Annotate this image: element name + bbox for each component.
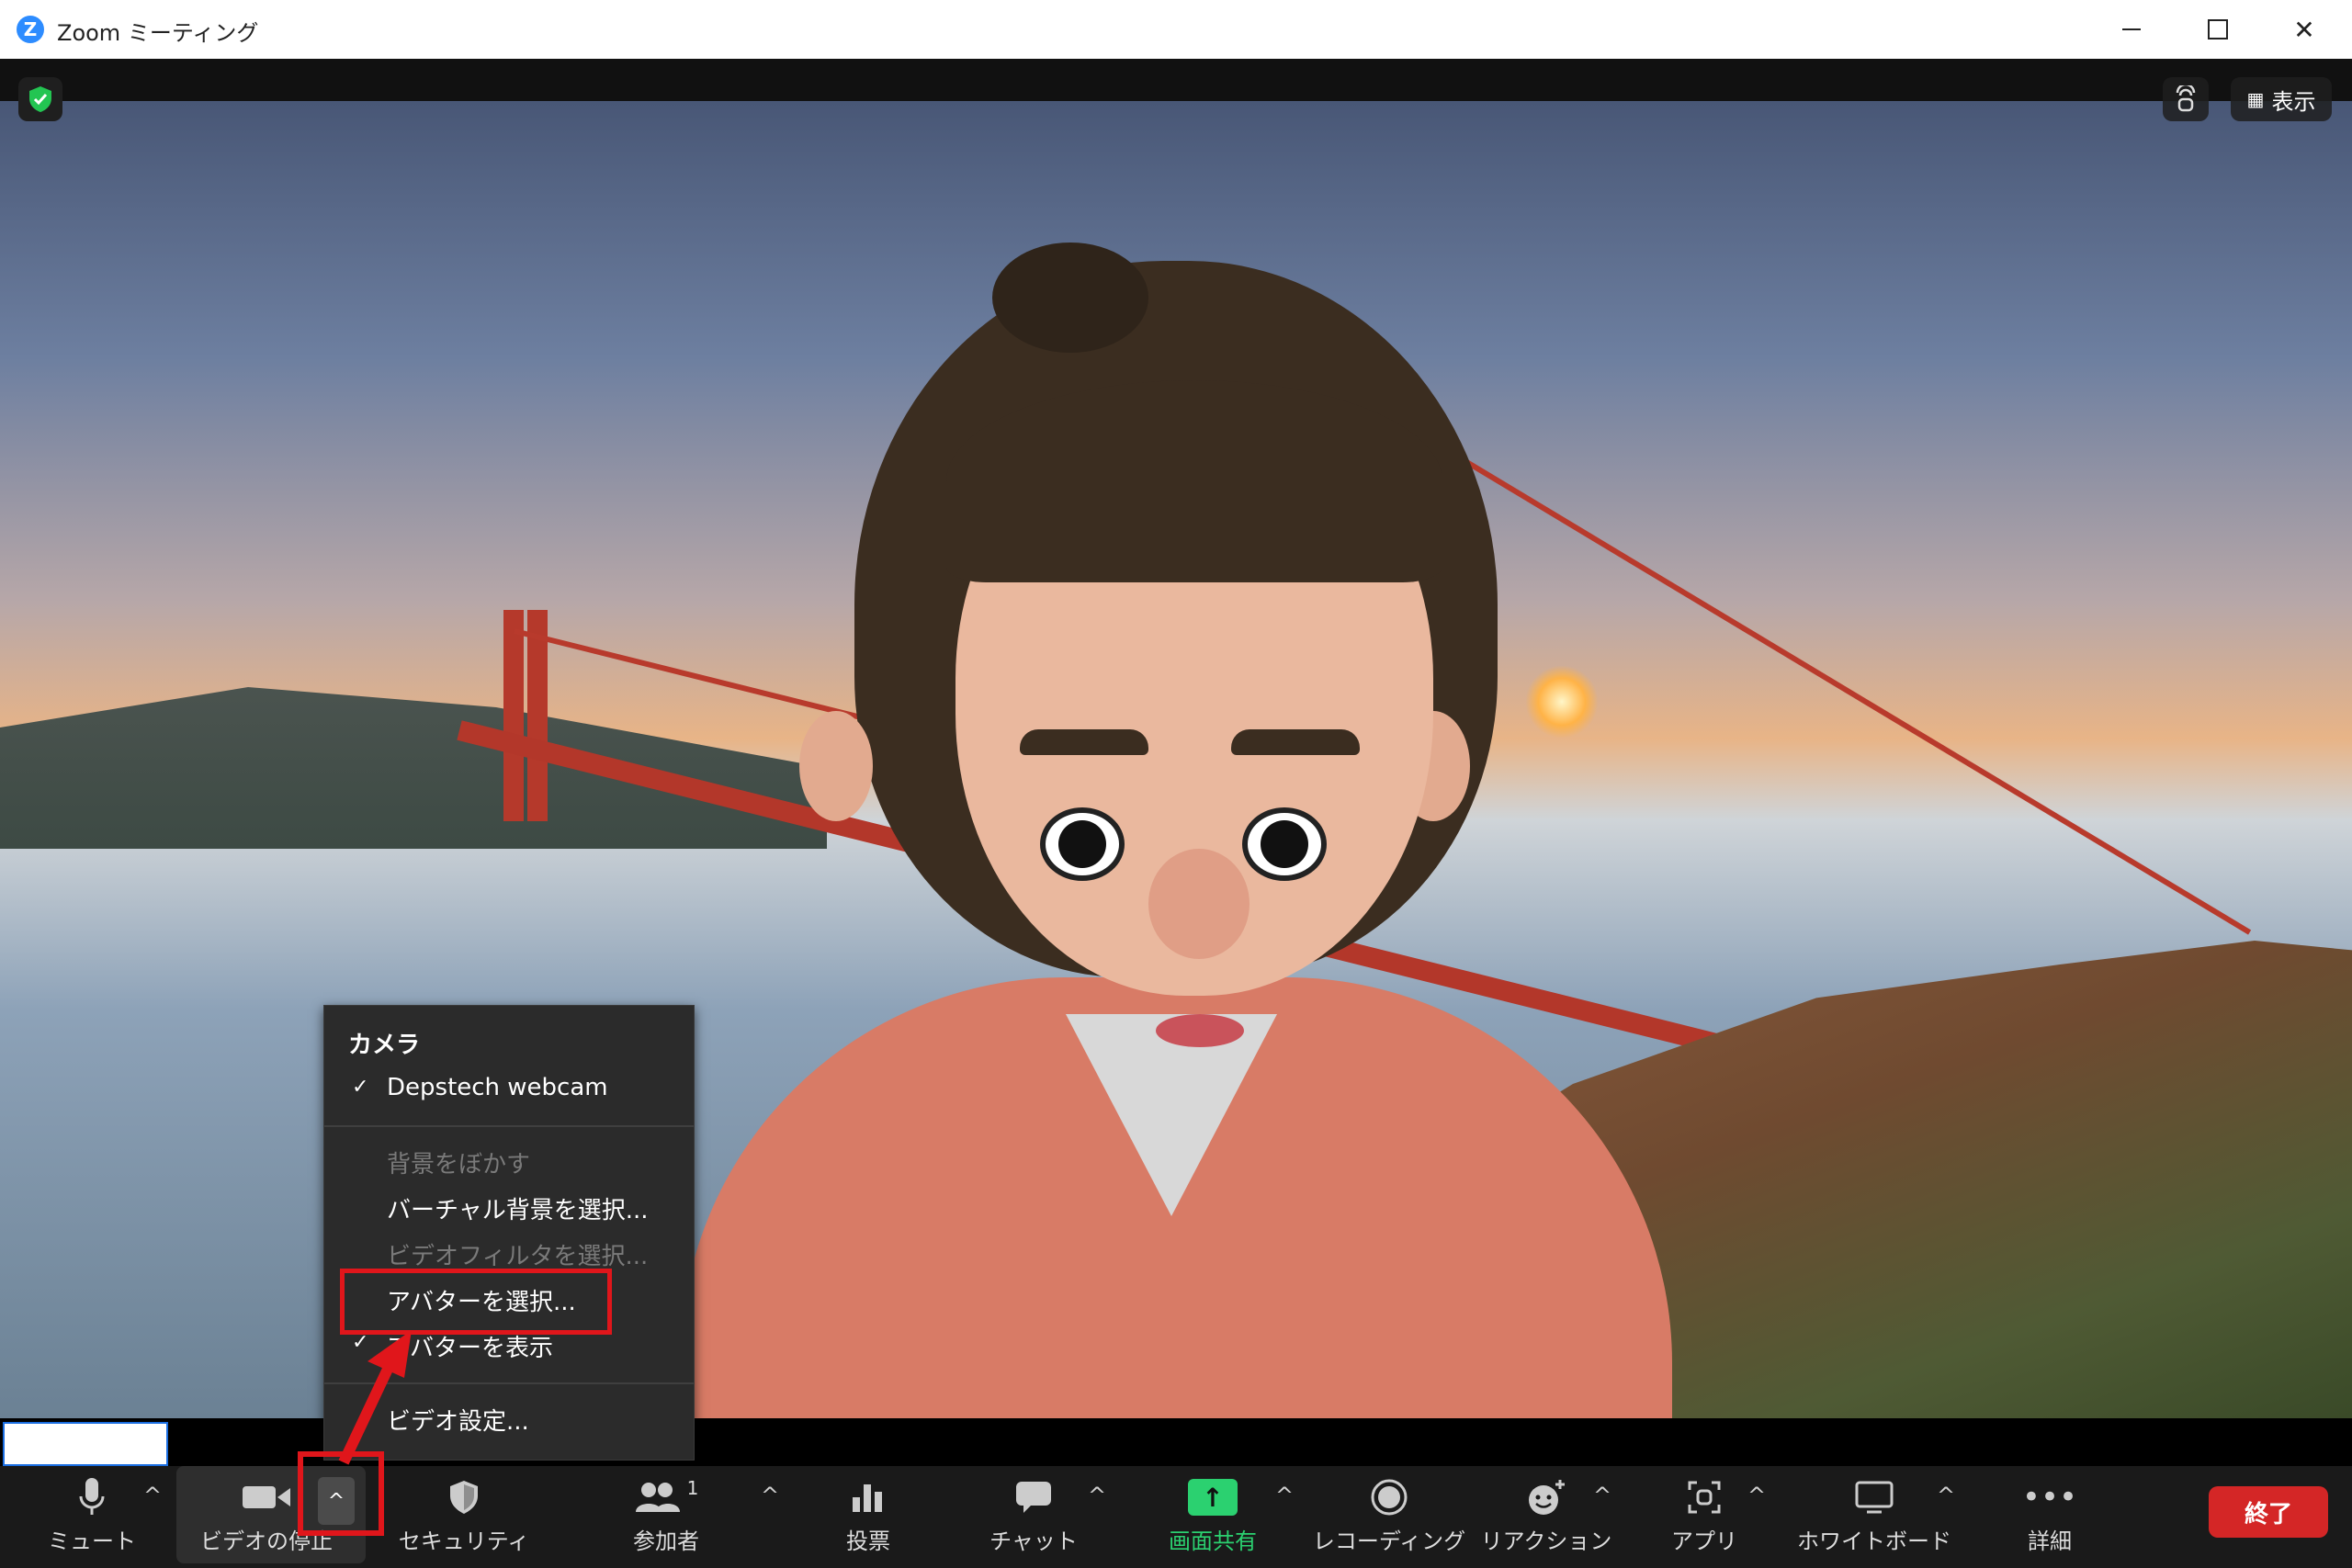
check-icon: ✓ [352, 1076, 369, 1099]
menu-item-virtual-background[interactable]: バーチャル背景を選択... [387, 1191, 649, 1225]
chat-label: チャット [989, 1529, 1078, 1554]
participants-icon: 1 [634, 1473, 699, 1521]
whiteboard-button[interactable]: ホワイトボード [1797, 1473, 1951, 1562]
reactions-options-caret[interactable]: ^ [1593, 1483, 1611, 1508]
menu-item-camera-device[interactable]: Depstech webcam [387, 1074, 608, 1101]
avatar-eye [1040, 807, 1125, 881]
smiley-plus-icon [1525, 1473, 1567, 1521]
name-label-box [3, 1422, 168, 1466]
end-meeting-button[interactable]: 終了 [2209, 1486, 2328, 1538]
reactions-button[interactable]: リアクション [1481, 1473, 1611, 1562]
share-options-caret[interactable]: ^ [1275, 1483, 1294, 1508]
whiteboard-icon [1854, 1473, 1894, 1521]
view-label: 表示 [2271, 88, 2316, 115]
chat-bubble-icon [1014, 1473, 1053, 1521]
zoom-logo-icon: Z [17, 16, 44, 43]
mute-button[interactable]: ミュート [46, 1473, 138, 1562]
recording-label: レコーディング [1312, 1529, 1466, 1554]
record-icon [1370, 1473, 1408, 1521]
avatar-nose [1148, 849, 1250, 959]
chat-options-caret[interactable]: ^ [1088, 1483, 1106, 1508]
bridge-tower [527, 610, 548, 821]
apps-options-caret[interactable]: ^ [1747, 1483, 1766, 1508]
menu-separator [324, 1382, 694, 1384]
immersive-view-button[interactable] [2163, 77, 2209, 121]
apps-label: アプリ [1671, 1529, 1737, 1554]
avatar [680, 243, 1782, 1418]
security-label: セキュリティ [398, 1529, 530, 1554]
avatar-hair-bun [992, 243, 1148, 353]
avatar-eye [1242, 807, 1327, 881]
recording-button[interactable]: レコーディング [1312, 1473, 1466, 1562]
participants-label: 参加者 [633, 1529, 699, 1554]
annotation-highlight-caret [298, 1451, 384, 1536]
menu-item-blur-background[interactable]: 背景をぼかす [387, 1145, 530, 1179]
view-button[interactable]: ▦ 表示 [2231, 77, 2332, 121]
avatar-ear [799, 711, 873, 821]
chat-button[interactable]: チャット [983, 1473, 1084, 1562]
apps-button[interactable]: アプリ [1663, 1473, 1746, 1562]
bar-chart-icon [851, 1473, 886, 1521]
more-label: 詳細 [2028, 1529, 2072, 1554]
participants-count: 1 [686, 1477, 699, 1499]
menu-separator [324, 1125, 694, 1127]
participants-button[interactable]: 1 参加者 [616, 1473, 717, 1562]
video-camera-icon [241, 1473, 292, 1521]
more-dots-icon: ••• [2021, 1479, 2078, 1516]
menu-item-video-settings[interactable]: ビデオ設定... [387, 1403, 529, 1437]
maximize-button[interactable] [2181, 7, 2255, 51]
share-screen-button[interactable]: ↑ 画面共有 [1153, 1473, 1272, 1562]
close-button[interactable] [2267, 7, 2341, 51]
polls-button[interactable]: 投票 [827, 1473, 910, 1562]
share-screen-icon: ↑ [1188, 1473, 1238, 1521]
avatar-mouth [1156, 1014, 1244, 1047]
minimize-button[interactable] [2095, 7, 2168, 51]
avatar-bangs [946, 380, 1442, 582]
grid-icon: ▦ [2246, 88, 2265, 110]
microphone-icon [78, 1473, 106, 1521]
camera-menu: カメラ ✓ Depstech webcam 背景をぼかす バーチャル背景を選択.… [323, 1005, 695, 1461]
video-top-strip [0, 59, 2352, 101]
mute-options-caret[interactable]: ^ [143, 1483, 162, 1508]
more-button[interactable]: ••• 詳細 [2008, 1473, 2091, 1562]
mute-label: ミュート [48, 1529, 136, 1554]
avatar-brow [1020, 729, 1148, 755]
polls-label: 投票 [846, 1529, 890, 1554]
window-title: Zoom ミーティング [57, 20, 259, 46]
title-bar: Z Zoom ミーティング [0, 0, 2352, 60]
apps-icon [1686, 1473, 1723, 1521]
whiteboard-options-caret[interactable]: ^ [1937, 1483, 1955, 1508]
annotation-highlight-box [340, 1269, 612, 1335]
bridge-tower [503, 610, 524, 821]
encryption-shield-icon[interactable] [18, 77, 62, 121]
reactions-label: リアクション [1480, 1529, 1612, 1554]
meeting-toolbar: ミュート ^ ビデオの停止 ^ セキュリティ 1 参加者 ^ 投票 チャット ^… [0, 1451, 2352, 1568]
share-screen-label: 画面共有 [1169, 1529, 1257, 1554]
security-button[interactable]: セキュリティ [399, 1473, 529, 1562]
shield-icon [447, 1473, 481, 1521]
menu-heading: カメラ [348, 1032, 421, 1059]
menu-item-video-filter[interactable]: ビデオフィルタを選択... [387, 1237, 648, 1271]
participants-options-caret[interactable]: ^ [761, 1483, 779, 1508]
whiteboard-label: ホワイトボード [1797, 1529, 1951, 1554]
avatar-brow [1231, 729, 1360, 755]
